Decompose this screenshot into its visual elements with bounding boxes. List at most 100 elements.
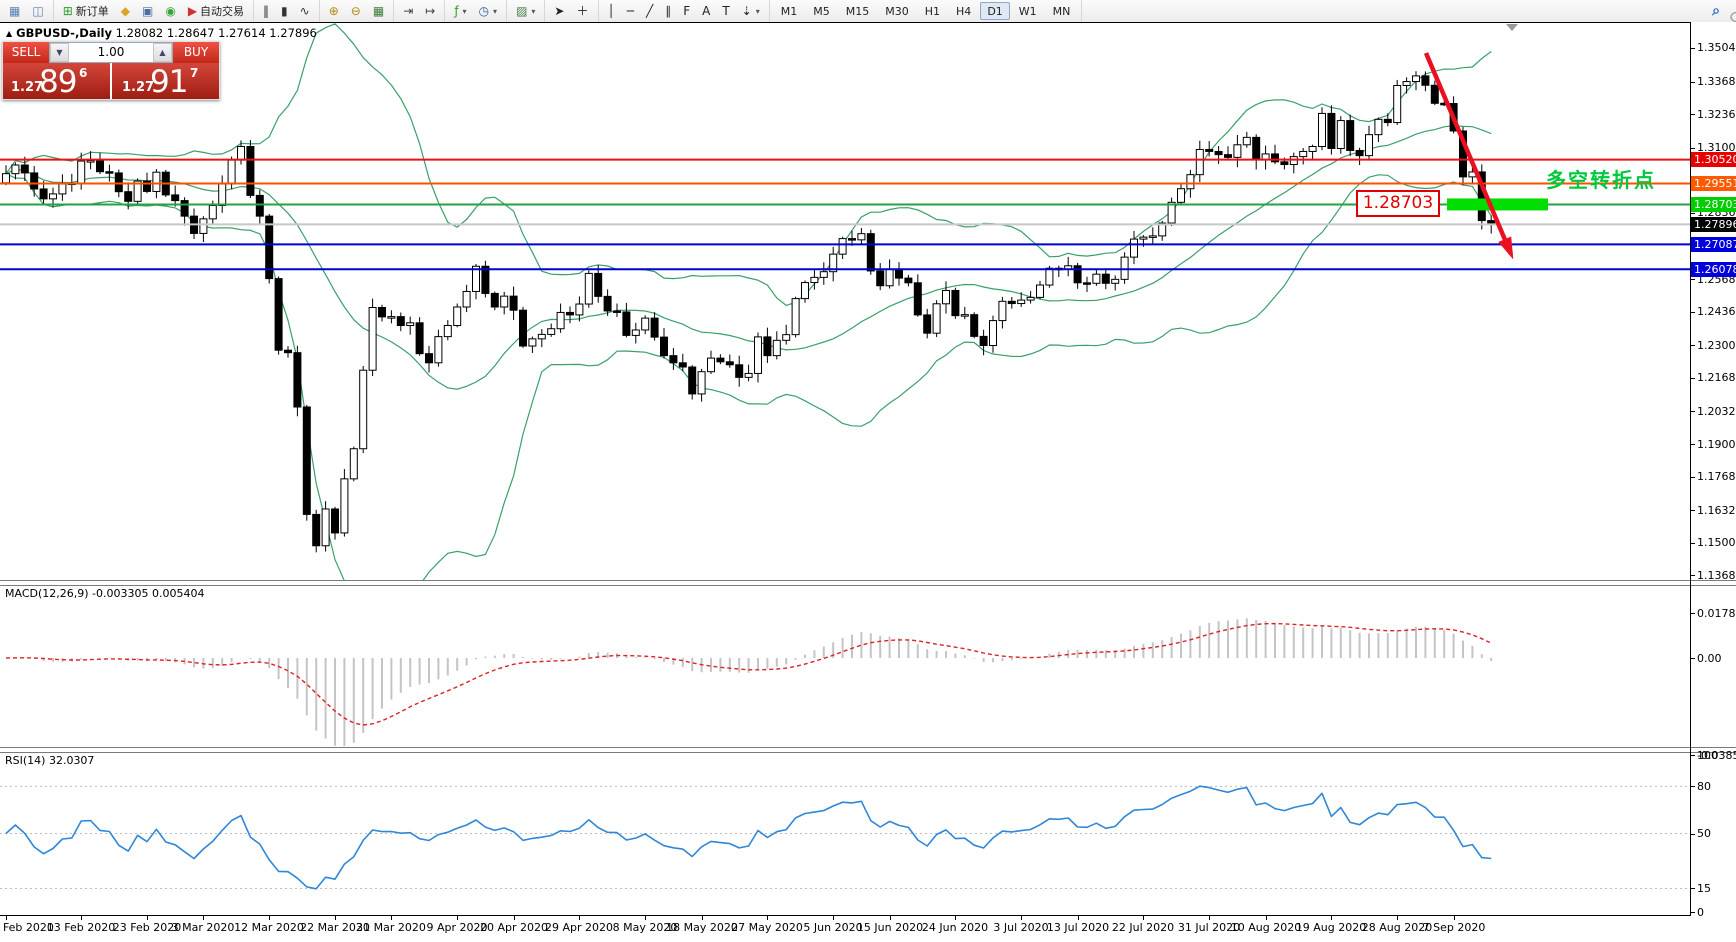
bear-candle [650,317,659,338]
crosshair-button[interactable]: ＋ [571,2,593,20]
bear-candle [660,336,668,357]
date-tick [702,916,703,920]
bear-candle [519,309,527,347]
candlestick-icon: ▮ [281,4,288,18]
buy-button[interactable]: BUY [173,42,219,63]
timeframe-h1[interactable]: H1 [918,2,947,20]
bull-candle [641,317,650,331]
timeframe-m15[interactable]: M15 [839,2,877,20]
trendline-button[interactable]: ╱ [641,2,658,20]
arrows-button[interactable]: ⇣ ▾ [737,2,765,20]
timeframe-w1[interactable]: W1 [1012,2,1044,20]
vertical-line-button[interactable]: │ [603,2,620,20]
candlestick-button[interactable]: ▮ [276,2,293,20]
horizontal-line-button[interactable]: ─ [622,2,639,20]
main-chart-canvas[interactable] [0,23,1690,580]
data-window-icon: ▣ [141,4,154,18]
chart-profile-button[interactable]: ◫ [27,2,48,20]
tile-windows-icon: ▦ [372,4,385,18]
bull-candle [237,146,245,161]
search-icon[interactable]: ⌕ [1712,3,1720,19]
date-tick [890,916,891,920]
data-window-button[interactable]: ▣ [137,2,158,20]
date-axis-label: 20 Apr 2020 [479,921,549,934]
tile-windows-button[interactable]: ▦ [368,2,389,20]
price-badge: 1.29551 [1691,176,1736,191]
price-axis-label: 1.17680 [1697,470,1736,483]
bear-candle [1214,150,1223,156]
price-axis-label: 1.15000 [1697,536,1736,549]
fibonacci-button[interactable]: F [678,2,695,20]
bear-candle [735,364,744,378]
rsi-pane-canvas[interactable] [0,752,1690,914]
indicators-button[interactable]: ƒ ▾ [449,2,471,20]
date-axis-border [0,915,1691,916]
timeframe-d1[interactable]: D1 [980,2,1010,20]
bear-candle [302,406,311,515]
periods-button[interactable]: ◷ ▾ [474,2,503,20]
bull-candle [1036,284,1044,298]
bull-candle [998,300,1007,322]
new-chart-button[interactable]: ▦ [4,2,25,20]
line-chart-button[interactable]: ∿ [295,2,315,20]
channel-button[interactable]: ∥ [660,2,676,20]
bull-candle [810,276,819,284]
cursor-button[interactable]: ➤ [549,2,569,20]
price-tick [1690,543,1695,544]
turning-point-note[interactable]: 多空转折点 [1546,164,1656,193]
chart-shift-marker[interactable] [1506,24,1518,31]
macd-pane-canvas[interactable] [0,585,1690,746]
templates-button[interactable]: ▨ ▾ [511,2,540,20]
bull-candle [1374,118,1383,136]
volume-field[interactable]: ▼ 1.00 ▲ [49,42,173,63]
sell-price-display[interactable]: 1.27 89 6 [3,63,110,99]
timeframe-m5[interactable]: M5 [806,2,837,20]
dropdown-caret-icon: ▾ [755,6,760,16]
date-tick [1078,916,1079,920]
zoom-in-button[interactable]: ⊕ [324,2,344,20]
bear-candle [669,355,678,364]
macd-signal-line [5,622,1492,726]
buy-price-display[interactable]: 1.27 91 7 [112,63,219,99]
toolbar-button-label: 新订单 [75,5,109,18]
volume-increase-button[interactable]: ▲ [153,43,172,62]
volume-value[interactable]: 1.00 [69,43,153,62]
timeframe-h4[interactable]: H4 [949,2,978,20]
bear-candle [848,238,856,241]
bear-candle [509,295,518,311]
highlight-rectangle[interactable] [1447,198,1548,211]
price-axis-label: 1.19000 [1697,438,1736,451]
market-watch-button[interactable]: ◆ [116,2,135,20]
bull-candle [754,336,762,374]
trend-arrow-head[interactable] [1498,236,1514,260]
date-axis-label: 22 Jul 2020 [1111,921,1175,934]
label-button[interactable]: T [717,2,734,20]
bull-candle [77,160,86,184]
date-tick [269,916,270,920]
zoom-out-button[interactable]: ⊖ [346,2,366,20]
bull-candle [86,160,95,163]
autotrading-button[interactable]: ▶ 自动交易 [183,2,249,20]
timeframe-m30[interactable]: M30 [878,2,916,20]
timeframe-m1[interactable]: M1 [774,2,805,20]
price-badge: 1.27896 [1691,217,1736,232]
volume-decrease-button[interactable]: ▼ [50,43,69,62]
rsi-label: RSI(14) 32.0307 [5,754,95,767]
level-price-label[interactable]: 1.28703 [1356,190,1440,217]
timeframe-mn[interactable]: MN [1046,2,1078,20]
bar-chart-button[interactable]: ‖ [258,2,274,20]
sell-button[interactable]: SELL [3,42,49,63]
bull-candle [152,171,161,192]
new-order-button[interactable]: ⊞ 新订单 [58,2,114,20]
navigator-button[interactable]: ◉ [160,2,180,20]
chart-shift-button[interactable]: ↦ [420,2,440,20]
bear-candle [331,508,339,534]
bull-candle [1318,112,1326,148]
text-button[interactable]: A [697,2,715,20]
date-axis-label: 31 Mar 2020 [356,921,426,934]
price-badge: 1.28703 [1691,197,1736,212]
price-badge: 1.27087 [1691,237,1736,252]
auto-scroll-button[interactable]: ⇥ [398,2,418,20]
bear-candle [293,352,302,408]
cursor-icon: ➤ [554,4,565,18]
